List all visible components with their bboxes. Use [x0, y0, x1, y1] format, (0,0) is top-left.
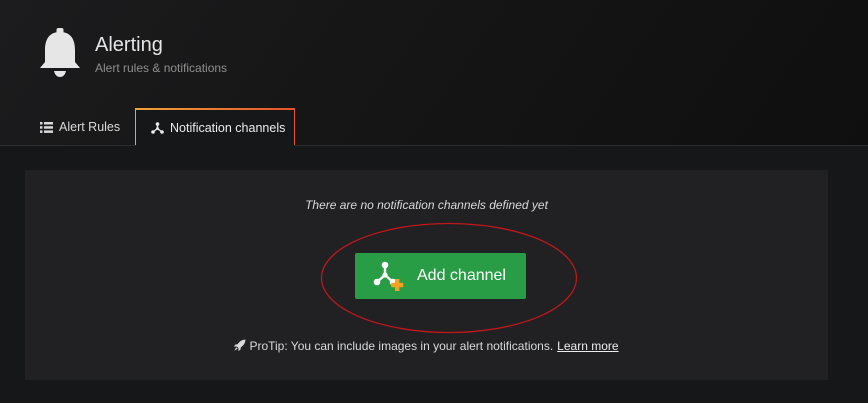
- rocket-icon: [234, 339, 246, 351]
- add-channel-icon: [373, 261, 404, 291]
- page-header: Alerting Alert rules & notifications Ale…: [0, 0, 868, 146]
- tab-alert-rules-label: Alert Rules: [59, 120, 121, 134]
- page-subtitle: Alert rules & notifications: [95, 61, 228, 75]
- protip-text: ProTip: You can include images in your a…: [249, 339, 554, 353]
- bell-icon: [40, 28, 80, 77]
- list-icon: [39, 120, 53, 134]
- add-channel-button[interactable]: Add channel: [355, 253, 526, 299]
- protip: ProTip: You can include images in your a…: [25, 339, 828, 353]
- channels-icon: [150, 121, 164, 135]
- tab-notification-channels[interactable]: Notification channels: [135, 108, 295, 146]
- learn-more-link[interactable]: Learn more: [557, 339, 618, 353]
- add-channel-label: Add channel: [417, 267, 506, 284]
- empty-state-message: There are no notification channels defin…: [305, 198, 548, 212]
- tab-alert-rules[interactable]: Alert Rules: [26, 109, 134, 145]
- page-title: Alerting: [95, 34, 163, 56]
- empty-state-panel: There are no notification channels defin…: [25, 170, 828, 380]
- tab-notification-channels-label: Notification channels: [170, 120, 286, 135]
